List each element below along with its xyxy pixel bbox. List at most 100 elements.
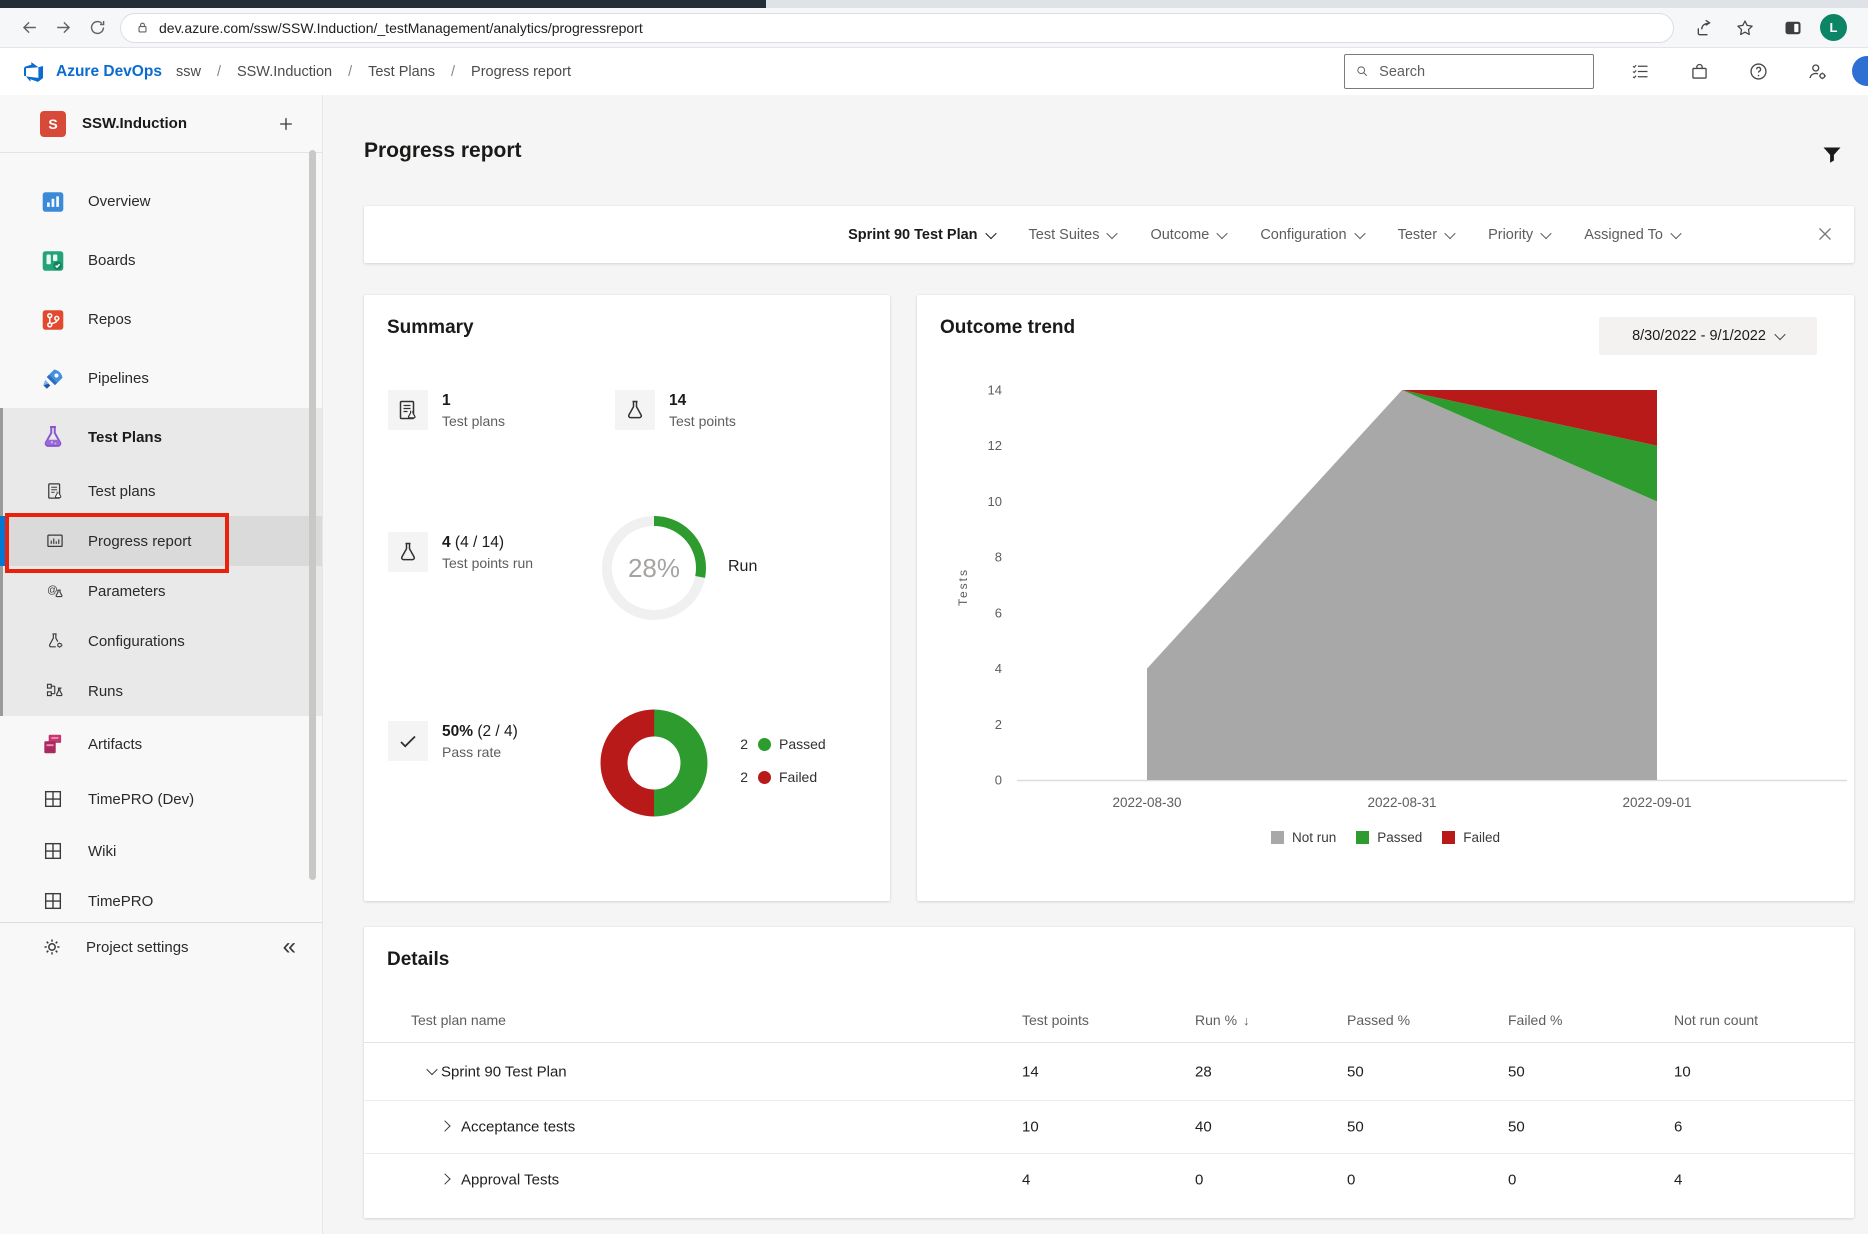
column-header-run-[interactable]: Run %↓ [1195,1012,1250,1028]
filter-chip-configuration[interactable]: Configuration [1260,227,1363,243]
parameters-icon: @ [45,581,65,601]
sidebar-item-overview[interactable]: Overview [0,172,322,231]
filter-funnel-icon[interactable] [1820,143,1844,167]
runs-icon [45,681,65,701]
cell-value: 50 [1347,1063,1364,1080]
svg-text:8: 8 [995,550,1002,565]
sidebar-item-parameters[interactable]: @Parameters [0,566,322,616]
sidebar-item-runs[interactable]: Runs [0,666,322,716]
column-header-failed-[interactable]: Failed % [1508,1012,1562,1028]
column-header-passed-[interactable]: Passed % [1347,1012,1410,1028]
sidebar-item-test-plans-list[interactable]: Test plans [0,466,322,516]
legend-label: Passed [779,736,826,752]
breadcrumb-item-2[interactable]: SSW.Induction [237,64,332,80]
search-input[interactable] [1377,63,1583,81]
share-icon[interactable] [1690,13,1720,43]
summary-stat-pass-rate: 50% (2 / 4)Pass rate [388,721,518,761]
bookmark-star-icon[interactable] [1730,13,1760,43]
trend-legend-item-passed: Passed [1356,830,1422,845]
table-row-sprint-90-test-plan[interactable]: Sprint 90 Test Plan1428505010 [364,1043,1854,1100]
sidebar-item-repos[interactable]: Repos [0,290,322,349]
sidebar-item-label: Pipelines [88,370,149,387]
collapse-sidebar-icon[interactable]: « [283,935,296,959]
work-items-list-icon[interactable] [1630,61,1652,83]
sidebar-item-test-plans[interactable]: Test Plans [0,408,322,466]
trend-legend-item-not-run: Not run [1271,830,1336,845]
browser-toolbar: dev.azure.com/ssw/SSW.Induction/_testMan… [0,8,1868,48]
breadcrumb-item-3[interactable]: Test Plans [368,64,435,80]
marketplace-bag-icon[interactable] [1689,61,1711,83]
summary-stat-test-points: 14Test points [615,390,736,430]
filter-chip-test-suites[interactable]: Test Suites [1029,227,1117,243]
reload-icon[interactable] [80,13,114,43]
sidebar-item-project-settings[interactable]: Project settings « [0,923,322,971]
filter-chip-label: Assigned To [1584,227,1663,243]
filter-chip-label: Outcome [1150,227,1209,243]
sidebar-item-wiki[interactable]: Wiki [0,826,322,876]
help-icon[interactable] [1748,61,1770,83]
column-header-not-run-count[interactable]: Not run count [1674,1012,1758,1028]
chevron-right-icon[interactable] [441,1122,451,1132]
close-filter-icon[interactable] [1814,223,1836,245]
chevron-down-icon[interactable] [419,1067,429,1077]
sidebar-item-pipelines[interactable]: Pipelines [0,349,322,408]
page-title: Progress report [364,139,522,163]
test-plans-hub-group: Test PlansTest plans Progress report @Para… [0,408,322,716]
pass-legend-item-passed: 2Passed [734,730,826,758]
back-icon[interactable] [12,13,46,43]
not-run-swatch-icon [1271,831,1284,844]
project-switcher[interactable]: S SSW.Induction [0,95,322,152]
column-header-test-points[interactable]: Test points [1022,1012,1089,1028]
column-header-test-plan-name[interactable]: Test plan name [411,1012,506,1028]
cell-value: 40 [1195,1119,1212,1136]
pass-rate-donut [594,703,714,823]
run-donut-label: Run [728,558,757,576]
filter-chip-test-plan[interactable]: Sprint 90 Test Plan [848,227,994,243]
sidebar-item-boards[interactable]: Boards [0,231,322,290]
table-row-approval-tests[interactable]: Approval Tests40004 [364,1153,1854,1206]
filter-chip-outcome[interactable]: Outcome [1150,227,1226,243]
brand-label[interactable]: Azure DevOps [56,63,162,81]
filter-chip-tester[interactable]: Tester [1398,227,1455,243]
app-header: Azure DevOps ssw/SSW.Induction/Test Plan… [0,48,1868,96]
sidebar-item-label: Progress report [88,533,191,550]
filter-chip-label: Sprint 90 Test Plan [848,227,977,243]
sidebar-item-artifacts[interactable]: Artifacts [0,716,322,772]
browser-profile-avatar[interactable]: L [1820,14,1847,41]
filter-chip-assigned-to[interactable]: Assigned To [1584,227,1680,243]
grid-icon [40,786,66,812]
outcome-trend-legend: Not run Passed Failed [917,830,1854,845]
sidebar-item-timepro[interactable]: TimePRO [0,876,322,918]
add-project-plus-icon[interactable] [276,114,296,134]
details-card: Details Test plan nameTest pointsRun %↓P… [364,927,1854,1218]
azure-devops-logo-icon[interactable] [22,60,46,84]
search-icon [1355,64,1369,80]
breadcrumb-item-1[interactable]: ssw [176,64,201,80]
user-settings-icon[interactable] [1807,61,1829,83]
sidebar-item-label: Runs [88,683,123,700]
date-range-dropdown[interactable]: 8/30/2022 - 9/1/2022 [1599,317,1817,355]
filter-chip-label: Priority [1488,227,1533,243]
cell-value: 50 [1508,1063,1525,1080]
cell-value: 50 [1508,1119,1525,1136]
cell-value: 0 [1195,1172,1203,1189]
address-bar[interactable]: dev.azure.com/ssw/SSW.Induction/_testMan… [120,13,1674,43]
search-box[interactable] [1344,54,1594,89]
user-avatar[interactable] [1852,56,1868,86]
breadcrumb-item-4[interactable]: Progress report [471,64,571,80]
stat-text: 50% (2 / 4)Pass rate [442,721,518,761]
sidebar-scrollbar[interactable] [309,150,316,880]
sidebar-item-progress-report[interactable]: Progress report [0,516,322,566]
sidebar-item-configurations[interactable]: Configurations [0,616,322,666]
sidebar-item-label: Configurations [88,633,185,650]
chevron-right-icon[interactable] [441,1175,451,1185]
details-table-header: Test plan name Test points Run %↓ Passed % F… [364,1005,1854,1043]
filter-chip-priority[interactable]: Priority [1488,227,1550,243]
sidebar-item-timepro-dev[interactable]: TimePRO (Dev) [0,772,322,826]
forward-icon[interactable] [46,13,80,43]
trend-legend-item-failed: Failed [1442,830,1500,845]
side-panel-icon[interactable] [1778,13,1808,43]
svg-text:2022-08-30: 2022-08-30 [1112,795,1181,810]
table-row-acceptance-tests[interactable]: Acceptance tests104050506 [364,1100,1854,1153]
cell-value: 10 [1022,1119,1039,1136]
